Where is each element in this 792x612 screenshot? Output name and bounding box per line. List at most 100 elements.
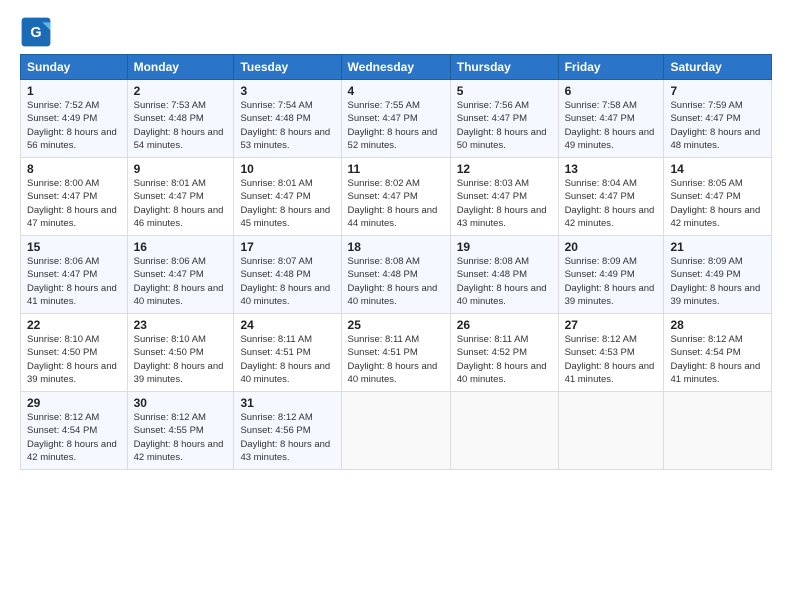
day-info: Sunrise: 8:03 AMSunset: 4:47 PMDaylight:… <box>457 177 552 230</box>
table-row <box>664 392 772 470</box>
weekday-header-row: SundayMondayTuesdayWednesdayThursdayFrid… <box>21 55 772 80</box>
day-info: Sunrise: 8:10 AMSunset: 4:50 PMDaylight:… <box>134 333 228 386</box>
day-number: 13 <box>565 162 658 176</box>
day-info: Sunrise: 8:01 AMSunset: 4:47 PMDaylight:… <box>240 177 334 230</box>
table-row <box>558 392 664 470</box>
day-number: 18 <box>348 240 444 254</box>
svg-text:G: G <box>30 25 41 41</box>
week-row-3: 15Sunrise: 8:06 AMSunset: 4:47 PMDayligh… <box>21 236 772 314</box>
logo: G <box>20 16 56 48</box>
table-row: 24Sunrise: 8:11 AMSunset: 4:51 PMDayligh… <box>234 314 341 392</box>
table-row: 2Sunrise: 7:53 AMSunset: 4:48 PMDaylight… <box>127 80 234 158</box>
header: G <box>20 16 772 48</box>
table-row <box>450 392 558 470</box>
day-number: 23 <box>134 318 228 332</box>
week-row-1: 1Sunrise: 7:52 AMSunset: 4:49 PMDaylight… <box>21 80 772 158</box>
week-row-4: 22Sunrise: 8:10 AMSunset: 4:50 PMDayligh… <box>21 314 772 392</box>
day-info: Sunrise: 8:09 AMSunset: 4:49 PMDaylight:… <box>565 255 658 308</box>
day-number: 20 <box>565 240 658 254</box>
day-number: 30 <box>134 396 228 410</box>
day-info: Sunrise: 8:02 AMSunset: 4:47 PMDaylight:… <box>348 177 444 230</box>
day-number: 14 <box>670 162 765 176</box>
day-info: Sunrise: 7:58 AMSunset: 4:47 PMDaylight:… <box>565 99 658 152</box>
day-number: 25 <box>348 318 444 332</box>
day-number: 7 <box>670 84 765 98</box>
weekday-tuesday: Tuesday <box>234 55 341 80</box>
table-row: 6Sunrise: 7:58 AMSunset: 4:47 PMDaylight… <box>558 80 664 158</box>
day-info: Sunrise: 7:53 AMSunset: 4:48 PMDaylight:… <box>134 99 228 152</box>
table-row: 9Sunrise: 8:01 AMSunset: 4:47 PMDaylight… <box>127 158 234 236</box>
table-row: 28Sunrise: 8:12 AMSunset: 4:54 PMDayligh… <box>664 314 772 392</box>
weekday-thursday: Thursday <box>450 55 558 80</box>
day-info: Sunrise: 8:12 AMSunset: 4:53 PMDaylight:… <box>565 333 658 386</box>
day-number: 24 <box>240 318 334 332</box>
table-row: 16Sunrise: 8:06 AMSunset: 4:47 PMDayligh… <box>127 236 234 314</box>
weekday-saturday: Saturday <box>664 55 772 80</box>
day-number: 8 <box>27 162 121 176</box>
day-number: 22 <box>27 318 121 332</box>
table-row: 31Sunrise: 8:12 AMSunset: 4:56 PMDayligh… <box>234 392 341 470</box>
day-number: 1 <box>27 84 121 98</box>
day-number: 21 <box>670 240 765 254</box>
day-info: Sunrise: 8:07 AMSunset: 4:48 PMDaylight:… <box>240 255 334 308</box>
day-number: 29 <box>27 396 121 410</box>
table-row: 1Sunrise: 7:52 AMSunset: 4:49 PMDaylight… <box>21 80 128 158</box>
table-row: 14Sunrise: 8:05 AMSunset: 4:47 PMDayligh… <box>664 158 772 236</box>
day-info: Sunrise: 8:08 AMSunset: 4:48 PMDaylight:… <box>457 255 552 308</box>
table-row: 25Sunrise: 8:11 AMSunset: 4:51 PMDayligh… <box>341 314 450 392</box>
day-info: Sunrise: 8:12 AMSunset: 4:56 PMDaylight:… <box>240 411 334 464</box>
day-info: Sunrise: 8:10 AMSunset: 4:50 PMDaylight:… <box>27 333 121 386</box>
calendar-page: G SundayMondayTuesdayWednesdayThursdayFr… <box>0 0 792 480</box>
day-info: Sunrise: 8:11 AMSunset: 4:52 PMDaylight:… <box>457 333 552 386</box>
day-info: Sunrise: 8:01 AMSunset: 4:47 PMDaylight:… <box>134 177 228 230</box>
weekday-friday: Friday <box>558 55 664 80</box>
day-info: Sunrise: 8:00 AMSunset: 4:47 PMDaylight:… <box>27 177 121 230</box>
table-row: 22Sunrise: 8:10 AMSunset: 4:50 PMDayligh… <box>21 314 128 392</box>
table-row: 10Sunrise: 8:01 AMSunset: 4:47 PMDayligh… <box>234 158 341 236</box>
table-row: 18Sunrise: 8:08 AMSunset: 4:48 PMDayligh… <box>341 236 450 314</box>
logo-icon: G <box>20 16 52 48</box>
table-row: 12Sunrise: 8:03 AMSunset: 4:47 PMDayligh… <box>450 158 558 236</box>
day-number: 28 <box>670 318 765 332</box>
day-number: 3 <box>240 84 334 98</box>
table-row: 17Sunrise: 8:07 AMSunset: 4:48 PMDayligh… <box>234 236 341 314</box>
day-number: 17 <box>240 240 334 254</box>
day-number: 2 <box>134 84 228 98</box>
calendar-table: SundayMondayTuesdayWednesdayThursdayFrid… <box>20 54 772 470</box>
table-row: 15Sunrise: 8:06 AMSunset: 4:47 PMDayligh… <box>21 236 128 314</box>
day-number: 6 <box>565 84 658 98</box>
day-number: 26 <box>457 318 552 332</box>
day-info: Sunrise: 8:06 AMSunset: 4:47 PMDaylight:… <box>27 255 121 308</box>
day-number: 11 <box>348 162 444 176</box>
table-row: 7Sunrise: 7:59 AMSunset: 4:47 PMDaylight… <box>664 80 772 158</box>
day-info: Sunrise: 7:55 AMSunset: 4:47 PMDaylight:… <box>348 99 444 152</box>
day-info: Sunrise: 8:12 AMSunset: 4:54 PMDaylight:… <box>27 411 121 464</box>
table-row: 26Sunrise: 8:11 AMSunset: 4:52 PMDayligh… <box>450 314 558 392</box>
day-number: 31 <box>240 396 334 410</box>
table-row: 29Sunrise: 8:12 AMSunset: 4:54 PMDayligh… <box>21 392 128 470</box>
day-number: 16 <box>134 240 228 254</box>
table-row: 30Sunrise: 8:12 AMSunset: 4:55 PMDayligh… <box>127 392 234 470</box>
day-number: 9 <box>134 162 228 176</box>
day-number: 12 <box>457 162 552 176</box>
table-row: 5Sunrise: 7:56 AMSunset: 4:47 PMDaylight… <box>450 80 558 158</box>
day-info: Sunrise: 8:06 AMSunset: 4:47 PMDaylight:… <box>134 255 228 308</box>
day-info: Sunrise: 8:12 AMSunset: 4:54 PMDaylight:… <box>670 333 765 386</box>
table-row: 13Sunrise: 8:04 AMSunset: 4:47 PMDayligh… <box>558 158 664 236</box>
day-info: Sunrise: 8:11 AMSunset: 4:51 PMDaylight:… <box>348 333 444 386</box>
day-info: Sunrise: 7:52 AMSunset: 4:49 PMDaylight:… <box>27 99 121 152</box>
day-number: 10 <box>240 162 334 176</box>
day-number: 5 <box>457 84 552 98</box>
day-info: Sunrise: 7:59 AMSunset: 4:47 PMDaylight:… <box>670 99 765 152</box>
weekday-wednesday: Wednesday <box>341 55 450 80</box>
day-number: 4 <box>348 84 444 98</box>
table-row <box>341 392 450 470</box>
day-info: Sunrise: 8:11 AMSunset: 4:51 PMDaylight:… <box>240 333 334 386</box>
day-info: Sunrise: 8:08 AMSunset: 4:48 PMDaylight:… <box>348 255 444 308</box>
day-info: Sunrise: 8:04 AMSunset: 4:47 PMDaylight:… <box>565 177 658 230</box>
table-row: 3Sunrise: 7:54 AMSunset: 4:48 PMDaylight… <box>234 80 341 158</box>
table-row: 20Sunrise: 8:09 AMSunset: 4:49 PMDayligh… <box>558 236 664 314</box>
week-row-5: 29Sunrise: 8:12 AMSunset: 4:54 PMDayligh… <box>21 392 772 470</box>
day-number: 15 <box>27 240 121 254</box>
day-number: 27 <box>565 318 658 332</box>
